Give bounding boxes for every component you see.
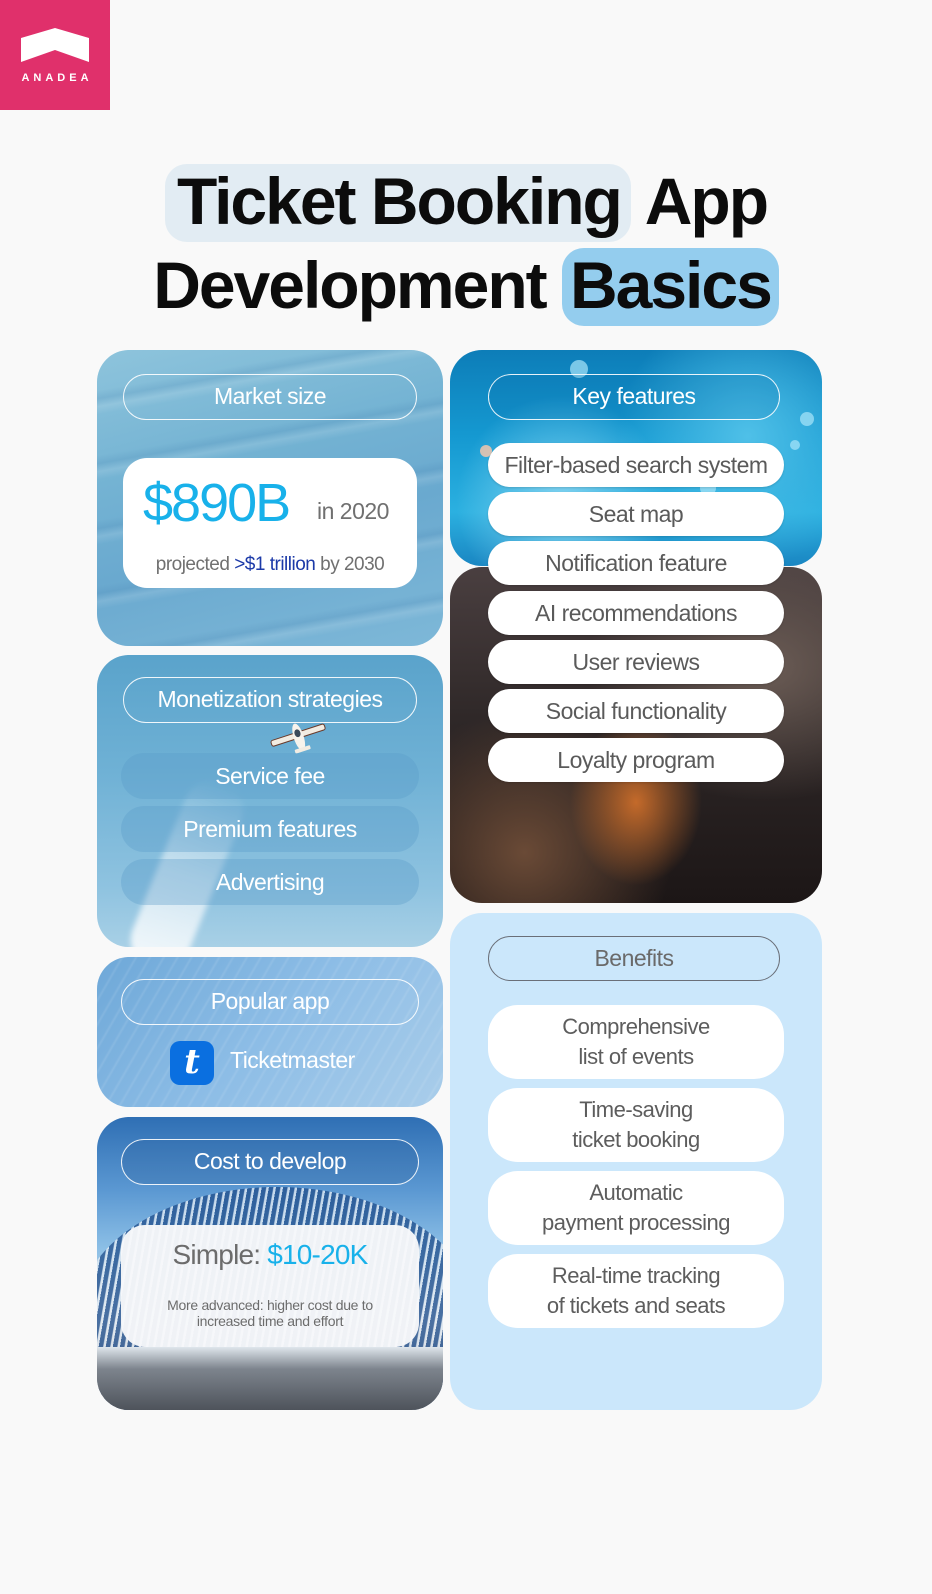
monetization-item: Service fee xyxy=(121,753,419,799)
cost-simple: Simple: $10-20K xyxy=(121,1239,419,1271)
benefit-item: Real-time tracking of tickets and seats xyxy=(488,1254,784,1328)
popular-app-card: Popular app t Ticketmaster xyxy=(97,957,443,1107)
projection-suffix: by 2030 xyxy=(320,554,385,575)
benefit-line: Real-time tracking xyxy=(551,1263,721,1288)
monetization-card: Monetization strategies Service fee Prem… xyxy=(97,655,443,947)
feature-item: Social functionality xyxy=(488,689,784,733)
benefit-item: Automatic payment processing xyxy=(488,1171,784,1245)
cost-card: Cost to develop Simple: $10-20K More adv… xyxy=(97,1117,443,1410)
feature-item: AI recommendations xyxy=(488,591,784,635)
benefit-item: Time-saving ticket booking xyxy=(488,1088,784,1162)
projection-value: >$1 trillion xyxy=(234,554,316,575)
brand-logo: ANADEA xyxy=(0,0,110,110)
benefits-card: Benefits Comprehensive list of events Ti… xyxy=(450,913,822,1410)
cost-heading: Cost to develop xyxy=(121,1139,419,1185)
benefit-line: Comprehensive xyxy=(562,1014,710,1039)
title-line2-rest: Development xyxy=(153,248,547,322)
title-line1-rest: App xyxy=(644,164,769,238)
monetization-item: Advertising xyxy=(121,859,419,905)
market-projection: projected >$1 trillion by 2030 xyxy=(123,554,417,576)
benefit-line: Time-saving xyxy=(579,1097,693,1122)
market-value: $890B xyxy=(143,473,291,533)
popular-app-heading: Popular app xyxy=(121,979,419,1025)
bokeh-light xyxy=(790,440,800,450)
benefit-line: payment processing xyxy=(542,1210,730,1235)
benefits-heading: Benefits xyxy=(488,936,780,981)
benefit-item: Comprehensive list of events xyxy=(488,1005,784,1079)
page-title: Ticket Booking App Development Basics xyxy=(0,160,932,328)
monetization-item: Premium features xyxy=(121,806,419,852)
benefit-line: list of events xyxy=(578,1044,694,1069)
market-size-heading: Market size xyxy=(123,374,417,420)
ticketmaster-logo-icon: t xyxy=(170,1041,214,1085)
cost-details: Simple: $10-20K More advanced: higher co… xyxy=(121,1225,419,1347)
app-name: Ticketmaster xyxy=(230,1047,355,1073)
title-highlight-1: Ticket Booking xyxy=(164,164,631,242)
market-year: in 2020 xyxy=(317,498,389,524)
feature-item: Loyalty program xyxy=(488,738,784,782)
projection-prefix: projected xyxy=(155,554,230,575)
stadium-plaza xyxy=(97,1347,443,1410)
feature-item: Filter-based search system xyxy=(488,443,784,487)
benefit-line: of tickets and seats xyxy=(546,1293,726,1318)
title-highlight-2: Basics xyxy=(561,248,779,326)
feature-item: User reviews xyxy=(488,640,784,684)
bokeh-light xyxy=(800,412,814,426)
brand-name: ANADEA xyxy=(21,72,93,84)
house-roof-icon xyxy=(21,28,89,62)
feature-item: Seat map xyxy=(488,492,784,536)
market-size-card: Market size $890B in 2020 projected >$1 … xyxy=(97,350,443,646)
monetization-heading: Monetization strategies xyxy=(123,677,417,723)
market-size-stat: $890B in 2020 projected >$1 trillion by … xyxy=(123,458,417,588)
feature-item: Notification feature xyxy=(488,541,784,585)
benefit-line: ticket booking xyxy=(572,1127,700,1152)
key-features-heading: Key features xyxy=(488,374,780,420)
airplane-icon xyxy=(270,723,326,754)
cost-advanced-note: More advanced: higher cost due to increa… xyxy=(167,1297,373,1329)
benefit-line: Automatic xyxy=(589,1180,683,1205)
simple-value: $10-20K xyxy=(267,1239,368,1270)
simple-label: Simple: xyxy=(172,1239,261,1270)
